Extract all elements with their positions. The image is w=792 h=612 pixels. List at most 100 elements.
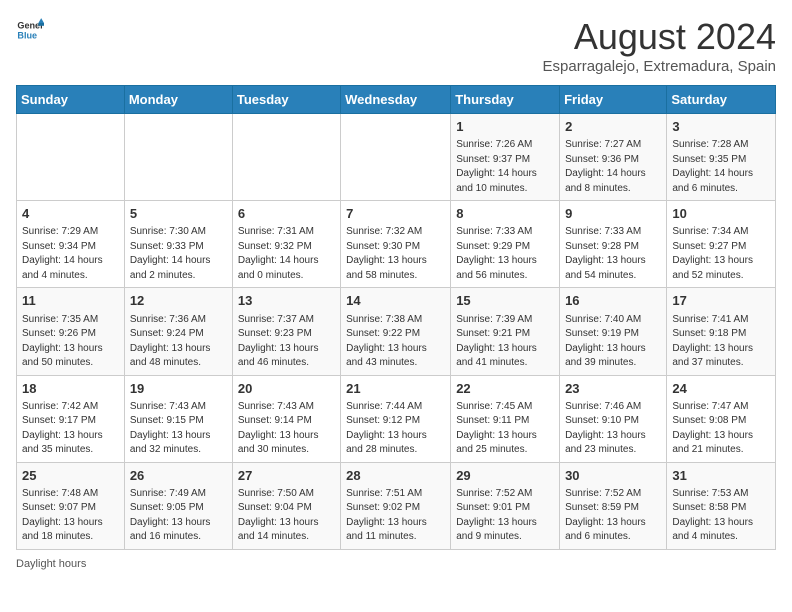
day-header-friday: Friday [560,86,667,114]
calendar-table: SundayMondayTuesdayWednesdayThursdayFrid… [16,85,776,550]
calendar-cell [17,114,125,201]
cell-content: Sunrise: 7:45 AMSunset: 9:11 PMDaylight:… [456,400,554,458]
cell-content: Sunrise: 7:33 AMSunset: 9:29 PMDaylight:… [456,225,554,283]
day-number: 22 [456,380,554,398]
cell-content: Sunrise: 7:39 AMSunset: 9:21 PMDaylight:… [456,313,554,371]
cell-content: Sunrise: 7:43 AMSunset: 9:15 PMDaylight:… [130,400,227,458]
cell-content: Sunrise: 7:47 AMSunset: 9:08 PMDaylight:… [672,400,770,458]
calendar-cell: 24 Sunrise: 7:47 AMSunset: 9:08 PMDayligh… [667,375,776,462]
svg-text:Blue: Blue [17,30,37,40]
day-header-sunday: Sunday [17,86,125,114]
calendar-cell: 3 Sunrise: 7:28 AMSunset: 9:35 PMDaylight… [667,114,776,201]
cell-content: Sunrise: 7:49 AMSunset: 9:05 PMDaylight:… [130,487,227,545]
week-row-0: 1 Sunrise: 7:26 AMSunset: 9:37 PMDaylight… [17,114,776,201]
subtitle: Esparragalejo, Extremadura, Spain [543,58,776,75]
calendar-cell: 27Sunrise: 7:50 AMSunset: 9:04 PMDayligh… [232,462,340,549]
week-row-2: 11 Sunrise: 7:35 AMSunset: 9:26 PMDayligh… [17,288,776,375]
calendar-cell: 7Sunrise: 7:32 AMSunset: 9:30 PMDaylight… [341,201,451,288]
day-number: 17 [672,292,770,310]
calendar-cell: 4 Sunrise: 7:29 AMSunset: 9:34 PMDaylight… [17,201,125,288]
calendar-cell: 18 Sunrise: 7:42 AMSunset: 9:17 PMDayligh… [17,375,125,462]
cell-content: Sunrise: 7:41 AMSunset: 9:18 PMDaylight:… [672,313,770,371]
day-number: 3 [672,118,770,136]
day-number: 26 [130,467,227,485]
cell-content: Sunrise: 7:38 AMSunset: 9:22 PMDaylight:… [346,313,445,371]
cell-content: Sunrise: 7:46 AMSunset: 9:10 PMDaylight:… [565,400,661,458]
week-row-3: 18 Sunrise: 7:42 AMSunset: 9:17 PMDayligh… [17,375,776,462]
calendar-cell: 8 Sunrise: 7:33 AMSunset: 9:29 PMDaylight… [451,201,560,288]
day-number: 30 [565,467,661,485]
calendar-cell: 23 Sunrise: 7:46 AMSunset: 9:10 PMDayligh… [560,375,667,462]
main-title: August 2024 [543,16,776,58]
day-number: 20 [238,380,335,398]
calendar-cell: 20Sunrise: 7:43 AMSunset: 9:14 PMDayligh… [232,375,340,462]
cell-content: Sunrise: 7:37 AMSunset: 9:23 PMDaylight:… [238,313,335,371]
calendar-cell: 16 Sunrise: 7:40 AMSunset: 9:19 PMDayligh… [560,288,667,375]
title-area: August 2024 Esparragalejo, Extremadura, … [543,16,776,75]
day-header-saturday: Saturday [667,86,776,114]
cell-content: Sunrise: 7:31 AMSunset: 9:32 PMDaylight:… [238,225,335,283]
day-number: 24 [672,380,770,398]
calendar-cell: 1 Sunrise: 7:26 AMSunset: 9:37 PMDaylight… [451,114,560,201]
calendar-cell: 25Sunrise: 7:48 AMSunset: 9:07 PMDayligh… [17,462,125,549]
day-number: 8 [456,205,554,223]
day-number: 19 [130,380,227,398]
day-number: 9 [565,205,661,223]
calendar-cell: 31 Sunrise: 7:53 AMSunset: 8:58 PMDayligh… [667,462,776,549]
calendar-cell: 26 Sunrise: 7:49 AMSunset: 9:05 PMDayligh… [124,462,232,549]
day-number: 4 [22,205,119,223]
day-number: 11 [22,292,119,310]
cell-content: Sunrise: 7:36 AMSunset: 9:24 PMDaylight:… [130,313,227,371]
day-header-wednesday: Wednesday [341,86,451,114]
week-row-1: 4 Sunrise: 7:29 AMSunset: 9:34 PMDaylight… [17,201,776,288]
cell-content: Sunrise: 7:44 AMSunset: 9:12 PMDaylight:… [346,400,445,458]
day-header-thursday: Thursday [451,86,560,114]
footer-note: Daylight hours [16,558,776,570]
calendar-cell: 19 Sunrise: 7:43 AMSunset: 9:15 PMDayligh… [124,375,232,462]
calendar-cell [341,114,451,201]
logo-icon: General Blue [16,16,44,44]
day-number: 14 [346,292,445,310]
day-number: 27 [238,467,335,485]
cell-content: Sunrise: 7:27 AMSunset: 9:36 PMDaylight:… [565,138,661,196]
header: General Blue August 2024 Esparragalejo, … [16,16,776,75]
day-number: 16 [565,292,661,310]
day-number: 18 [22,380,119,398]
day-number: 10 [672,205,770,223]
calendar-cell: 5Sunrise: 7:30 AMSunset: 9:33 PMDaylight… [124,201,232,288]
cell-content: Sunrise: 7:42 AMSunset: 9:17 PMDaylight:… [22,400,119,458]
day-header-tuesday: Tuesday [232,86,340,114]
cell-content: Sunrise: 7:48 AMSunset: 9:07 PMDaylight:… [22,487,119,545]
day-number: 15 [456,292,554,310]
week-row-4: 25Sunrise: 7:48 AMSunset: 9:07 PMDayligh… [17,462,776,549]
cell-content: Sunrise: 7:53 AMSunset: 8:58 PMDaylight:… [672,487,770,545]
calendar-cell: 29Sunrise: 7:52 AMSunset: 9:01 PMDayligh… [451,462,560,549]
calendar-cell: 10Sunrise: 7:34 AMSunset: 9:27 PMDayligh… [667,201,776,288]
cell-content: Sunrise: 7:29 AMSunset: 9:34 PMDaylight:… [22,225,119,283]
calendar-cell: 12 Sunrise: 7:36 AMSunset: 9:24 PMDayligh… [124,288,232,375]
day-number: 5 [130,205,227,223]
day-number: 23 [565,380,661,398]
calendar-cell: 15 Sunrise: 7:39 AMSunset: 9:21 PMDayligh… [451,288,560,375]
cell-content: Sunrise: 7:40 AMSunset: 9:19 PMDaylight:… [565,313,661,371]
calendar-cell: 14 Sunrise: 7:38 AMSunset: 9:22 PMDayligh… [341,288,451,375]
calendar-cell: 11 Sunrise: 7:35 AMSunset: 9:26 PMDayligh… [17,288,125,375]
calendar-cell: 2 Sunrise: 7:27 AMSunset: 9:36 PMDaylight… [560,114,667,201]
cell-content: Sunrise: 7:51 AMSunset: 9:02 PMDaylight:… [346,487,445,545]
day-number: 29 [456,467,554,485]
day-number: 1 [456,118,554,136]
day-number: 2 [565,118,661,136]
calendar-cell: 28Sunrise: 7:51 AMSunset: 9:02 PMDayligh… [341,462,451,549]
calendar-cell: 21Sunrise: 7:44 AMSunset: 9:12 PMDayligh… [341,375,451,462]
day-header-monday: Monday [124,86,232,114]
calendar-cell: 6Sunrise: 7:31 AMSunset: 9:32 PMDaylight… [232,201,340,288]
calendar-cell [124,114,232,201]
cell-content: Sunrise: 7:26 AMSunset: 9:37 PMDaylight:… [456,138,554,196]
day-number: 12 [130,292,227,310]
day-number: 31 [672,467,770,485]
calendar-cell: 30Sunrise: 7:52 AMSunset: 8:59 PMDayligh… [560,462,667,549]
logo: General Blue [16,16,44,44]
calendar-cell: 9Sunrise: 7:33 AMSunset: 9:28 PMDaylight… [560,201,667,288]
cell-content: Sunrise: 7:28 AMSunset: 9:35 PMDaylight:… [672,138,770,196]
cell-content: Sunrise: 7:35 AMSunset: 9:26 PMDaylight:… [22,313,119,371]
